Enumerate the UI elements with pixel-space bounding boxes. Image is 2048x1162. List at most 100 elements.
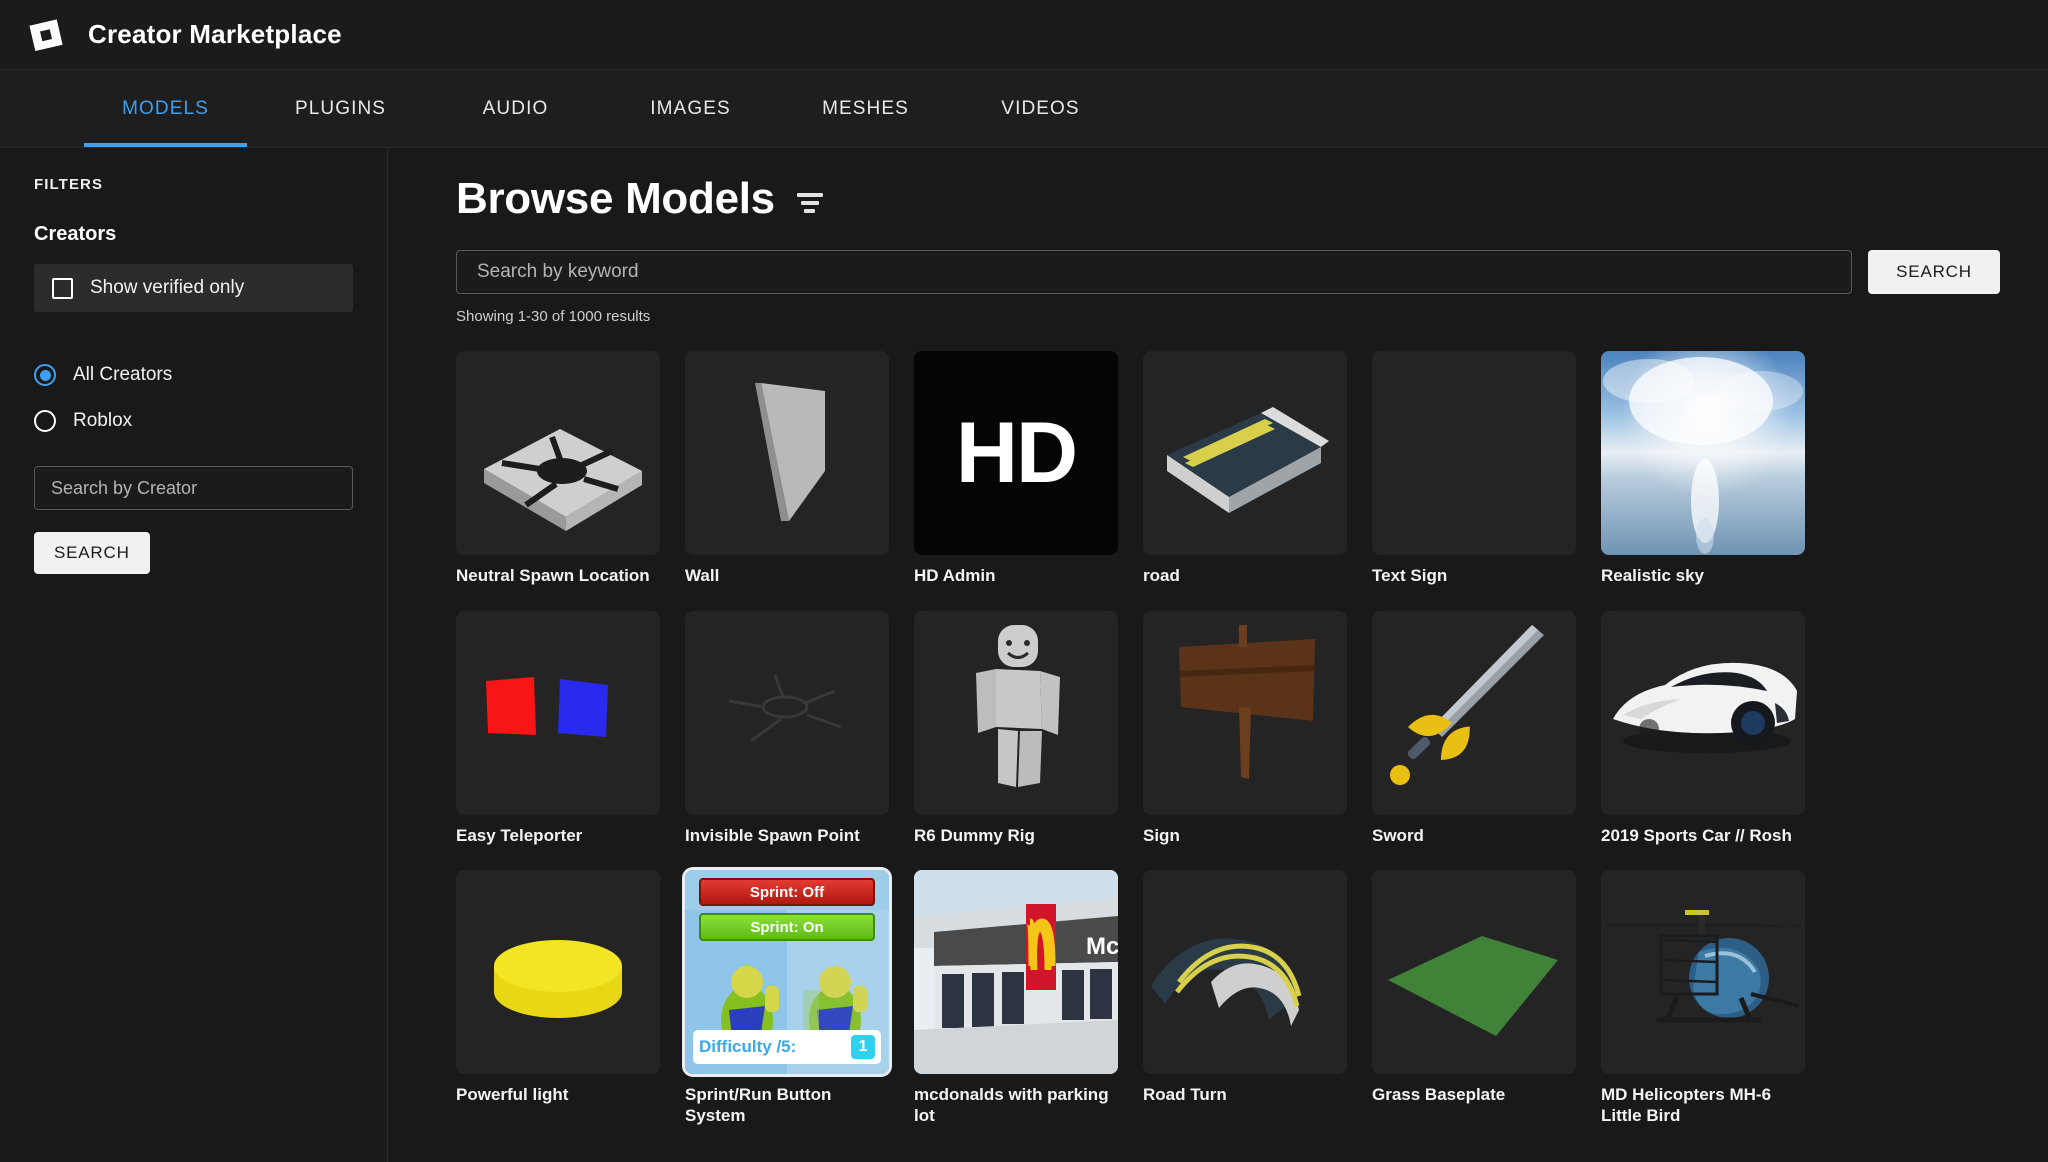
radio-label: All Creators: [73, 364, 173, 385]
result-thumbnail: [1601, 351, 1805, 555]
sports-car-icon: [1601, 611, 1805, 815]
tab-plugins[interactable]: PLUGINS: [253, 70, 428, 147]
radio-all-creators[interactable]: All Creators: [0, 352, 387, 398]
result-thumbnail: [685, 610, 889, 815]
result-thumbnail: [456, 610, 660, 815]
result-card[interactable]: Sword: [1372, 610, 1576, 847]
radio-roblox[interactable]: Roblox: [0, 398, 387, 444]
yellow-cylinder-icon: [456, 870, 660, 1074]
tab-label: AUDIO: [482, 97, 549, 119]
result-thumbnail: [456, 870, 660, 1075]
radio-indicator[interactable]: [34, 364, 56, 386]
result-card[interactable]: Invisible Spawn Point: [685, 610, 889, 847]
result-title: 2019 Sports Car // Rosh: [1601, 825, 1792, 845]
filters-sidebar: FILTERS Creators Show verified only All …: [0, 148, 388, 1162]
creator-search-field[interactable]: [34, 466, 353, 510]
tab-meshes[interactable]: MESHES: [778, 70, 953, 147]
result-title: road: [1143, 566, 1180, 585]
sky-image: [1601, 351, 1805, 555]
verified-checkbox-label: Show verified only: [90, 277, 245, 298]
result-title: Neutral Spawn Location: [456, 566, 650, 585]
search-input[interactable]: [475, 260, 1833, 284]
hd-admin-logo: HD: [955, 404, 1078, 501]
result-card[interactable]: 2019 Sports Car // Rosh: [1601, 610, 1805, 847]
result-thumbnail: HD: [914, 351, 1118, 555]
road-turn-icon: [1143, 870, 1347, 1074]
result-card[interactable]: Easy Teleporter: [456, 610, 660, 847]
tab-label: MODELS: [122, 97, 209, 119]
tab-label: MESHES: [822, 97, 909, 119]
result-title: R6 Dummy Rig: [914, 825, 1035, 845]
result-title: Sprint/Run Button System: [685, 1085, 832, 1126]
result-title: Easy Teleporter: [456, 825, 583, 845]
result-card[interactable]: Neutral Spawn Location: [456, 351, 660, 587]
creator-search-input[interactable]: [49, 476, 338, 500]
result-thumbnail: [1601, 610, 1805, 815]
verified-checkbox[interactable]: [52, 277, 73, 299]
result-thumbnail: [1601, 870, 1805, 1075]
keyword-search-field[interactable]: [456, 250, 1852, 294]
difficulty-label: Difficulty /5:: [699, 1037, 797, 1057]
result-card[interactable]: Powerful light: [456, 870, 660, 1126]
result-card[interactable]: R6 Dummy Rig: [914, 610, 1118, 847]
radio-label: Roblox: [73, 410, 133, 431]
category-tabbar: MODELS PLUGINS AUDIO IMAGES MESHES VIDEO…: [0, 70, 2048, 148]
result-title: Wall: [685, 566, 720, 585]
result-thumbnail: [1372, 870, 1576, 1075]
page-title: Browse Models: [456, 174, 775, 223]
spawn-pad-icon: [456, 351, 660, 555]
tab-images[interactable]: IMAGES: [603, 70, 778, 147]
result-thumbnail: [1372, 610, 1576, 815]
search-button[interactable]: SEARCH: [1868, 250, 2000, 294]
difficulty-value: 1: [851, 1035, 875, 1060]
result-card[interactable]: Wall: [685, 351, 889, 587]
result-title: Grass Baseplate: [1372, 1085, 1506, 1105]
result-card[interactable]: Realistic sky: [1601, 351, 1805, 587]
app-header: Creator Marketplace: [0, 0, 2048, 70]
tab-label: IMAGES: [650, 97, 731, 119]
result-thumbnail: Sprint: Off Sprint: On Difficulty /5: 1: [685, 870, 889, 1075]
result-card[interactable]: road: [1143, 351, 1347, 587]
result-card[interactable]: Grass Baseplate: [1372, 870, 1576, 1126]
results-grid: Neutral Spawn Location Wall HD HD Admin …: [456, 351, 2008, 1127]
invisible-spawn-icon: [685, 611, 889, 815]
sidebar-search-button[interactable]: SEARCH: [34, 532, 150, 574]
result-card-selected[interactable]: Sprint: Off Sprint: On Difficulty /5: 1 …: [685, 870, 889, 1126]
result-title: Sword: [1372, 825, 1424, 845]
sword-icon: [1372, 611, 1576, 815]
result-card[interactable]: McD mcdonalds with parking lot: [914, 870, 1118, 1126]
helicopter-icon: [1601, 870, 1805, 1074]
tab-label: VIDEOS: [1001, 97, 1080, 119]
result-title: Powerful light: [456, 1085, 569, 1105]
mcdonalds-image: McD: [914, 870, 1118, 1075]
tab-models[interactable]: MODELS: [78, 70, 253, 147]
result-title: mcdonalds with parking lot: [914, 1085, 1109, 1126]
result-title: Realistic sky: [1601, 566, 1705, 585]
result-card[interactable]: HD HD Admin: [914, 351, 1118, 587]
result-card[interactable]: Text Sign: [1372, 351, 1576, 587]
creators-radio-group: All Creators Roblox: [0, 352, 387, 444]
result-thumbnail: [456, 351, 660, 555]
radio-indicator[interactable]: [34, 410, 56, 432]
sprint-on-badge: Sprint: On: [699, 913, 875, 942]
results-count: Showing 1-30 of 1000 results: [456, 308, 651, 325]
result-card[interactable]: Sign: [1143, 610, 1347, 847]
result-card[interactable]: MD Helicopters MH-6 Little Bird: [1601, 870, 1805, 1126]
result-thumbnail: [1143, 610, 1347, 815]
tab-audio[interactable]: AUDIO: [428, 70, 603, 147]
result-title: MD Helicopters MH-6 Little Bird: [1601, 1085, 1772, 1126]
result-title: HD Admin: [914, 566, 996, 585]
result-card[interactable]: Road Turn: [1143, 870, 1347, 1126]
grass-baseplate-icon: [1372, 870, 1576, 1074]
show-verified-only-row[interactable]: Show verified only: [34, 264, 353, 312]
roblox-logo-icon: [26, 14, 68, 56]
page-header: Browse Models: [456, 174, 2008, 224]
wood-sign-icon: [1143, 611, 1347, 815]
filter-icon[interactable]: [796, 193, 823, 213]
result-thumbnail: McD: [914, 870, 1118, 1075]
result-thumbnail: [1143, 870, 1347, 1075]
tab-videos[interactable]: VIDEOS: [953, 70, 1128, 147]
result-thumbnail: [1372, 351, 1576, 555]
result-title: Road Turn: [1143, 1085, 1227, 1105]
result-thumbnail: [685, 351, 889, 555]
